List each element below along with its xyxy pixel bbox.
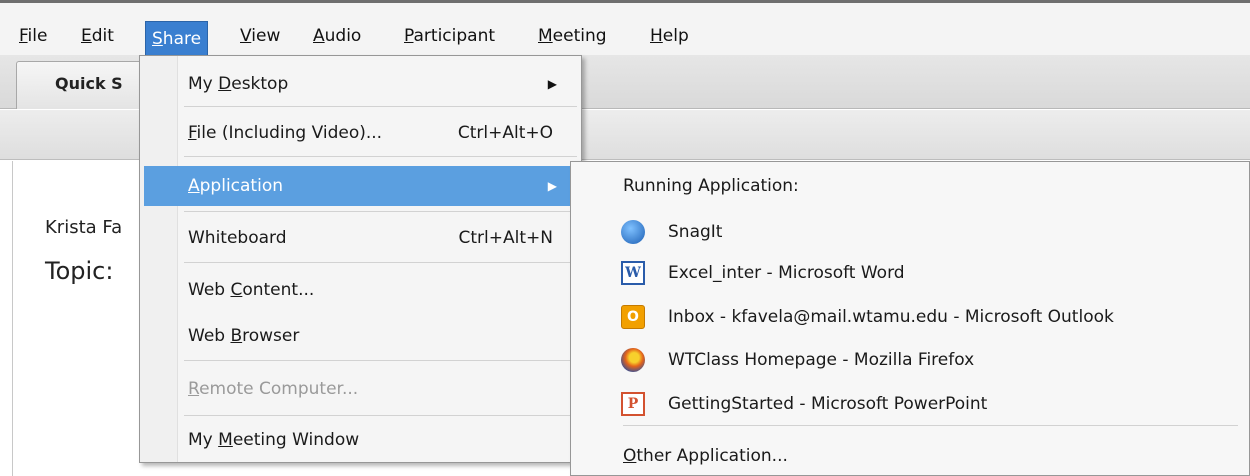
menu-separator xyxy=(184,156,577,157)
share-file[interactable]: File (Including Video)... Ctrl+Alt+O xyxy=(144,113,577,153)
share-my-meeting-window[interactable]: My Meeting Window xyxy=(144,420,577,460)
menu-file[interactable]: File xyxy=(13,20,53,52)
host-name: Krista Fa xyxy=(45,217,123,238)
menu-audio[interactable]: Audio xyxy=(307,20,367,52)
menu-help[interactable]: Help xyxy=(644,20,695,52)
submenu-arrow-icon: ▶ xyxy=(547,179,557,193)
menu-separator xyxy=(184,415,577,416)
menu-separator xyxy=(184,106,577,107)
running-application-heading: Running Application: xyxy=(623,176,799,196)
topic-label: Topic: xyxy=(45,257,114,285)
menu-separator xyxy=(623,425,1238,426)
firefox-icon xyxy=(621,348,645,372)
snagit-icon xyxy=(621,220,645,244)
share-my-desktop[interactable]: My Desktop ▶ xyxy=(144,64,577,104)
share-web-content[interactable]: Web Content... xyxy=(144,270,577,310)
share-application[interactable]: Application ▶ xyxy=(144,166,577,206)
menu-participant[interactable]: Participant xyxy=(398,20,501,52)
application-submenu: Running Application: SnagIt W Excel_inte… xyxy=(570,161,1250,476)
menu-separator xyxy=(184,211,577,212)
shortcut-ctrl-alt-o: Ctrl+Alt+O xyxy=(457,123,553,143)
menu-edit[interactable]: Edit xyxy=(75,20,120,52)
share-whiteboard[interactable]: Whiteboard Ctrl+Alt+N xyxy=(144,218,577,258)
share-web-browser[interactable]: Web Browser xyxy=(144,316,577,356)
menu-meeting[interactable]: Meeting xyxy=(532,20,613,52)
menu-share[interactable]: Share xyxy=(145,21,209,57)
menu-separator xyxy=(184,262,577,263)
shortcut-ctrl-alt-n: Ctrl+Alt+N xyxy=(458,228,553,248)
menu-view[interactable]: View xyxy=(234,20,286,52)
submenu-arrow-icon: ▶ xyxy=(547,77,557,91)
powerpoint-icon: P xyxy=(621,392,645,416)
app-item-other-application[interactable]: Other Application... xyxy=(623,438,788,474)
word-icon: W xyxy=(621,261,645,285)
menu-bar: File Edit Share View Audio Participant M… xyxy=(0,3,1250,57)
share-menu: My Desktop ▶ File (Including Video)... C… xyxy=(139,55,582,463)
menu-separator xyxy=(184,360,577,361)
share-remote-computer: Remote Computer... xyxy=(188,379,359,399)
outlook-icon: O xyxy=(621,305,645,329)
